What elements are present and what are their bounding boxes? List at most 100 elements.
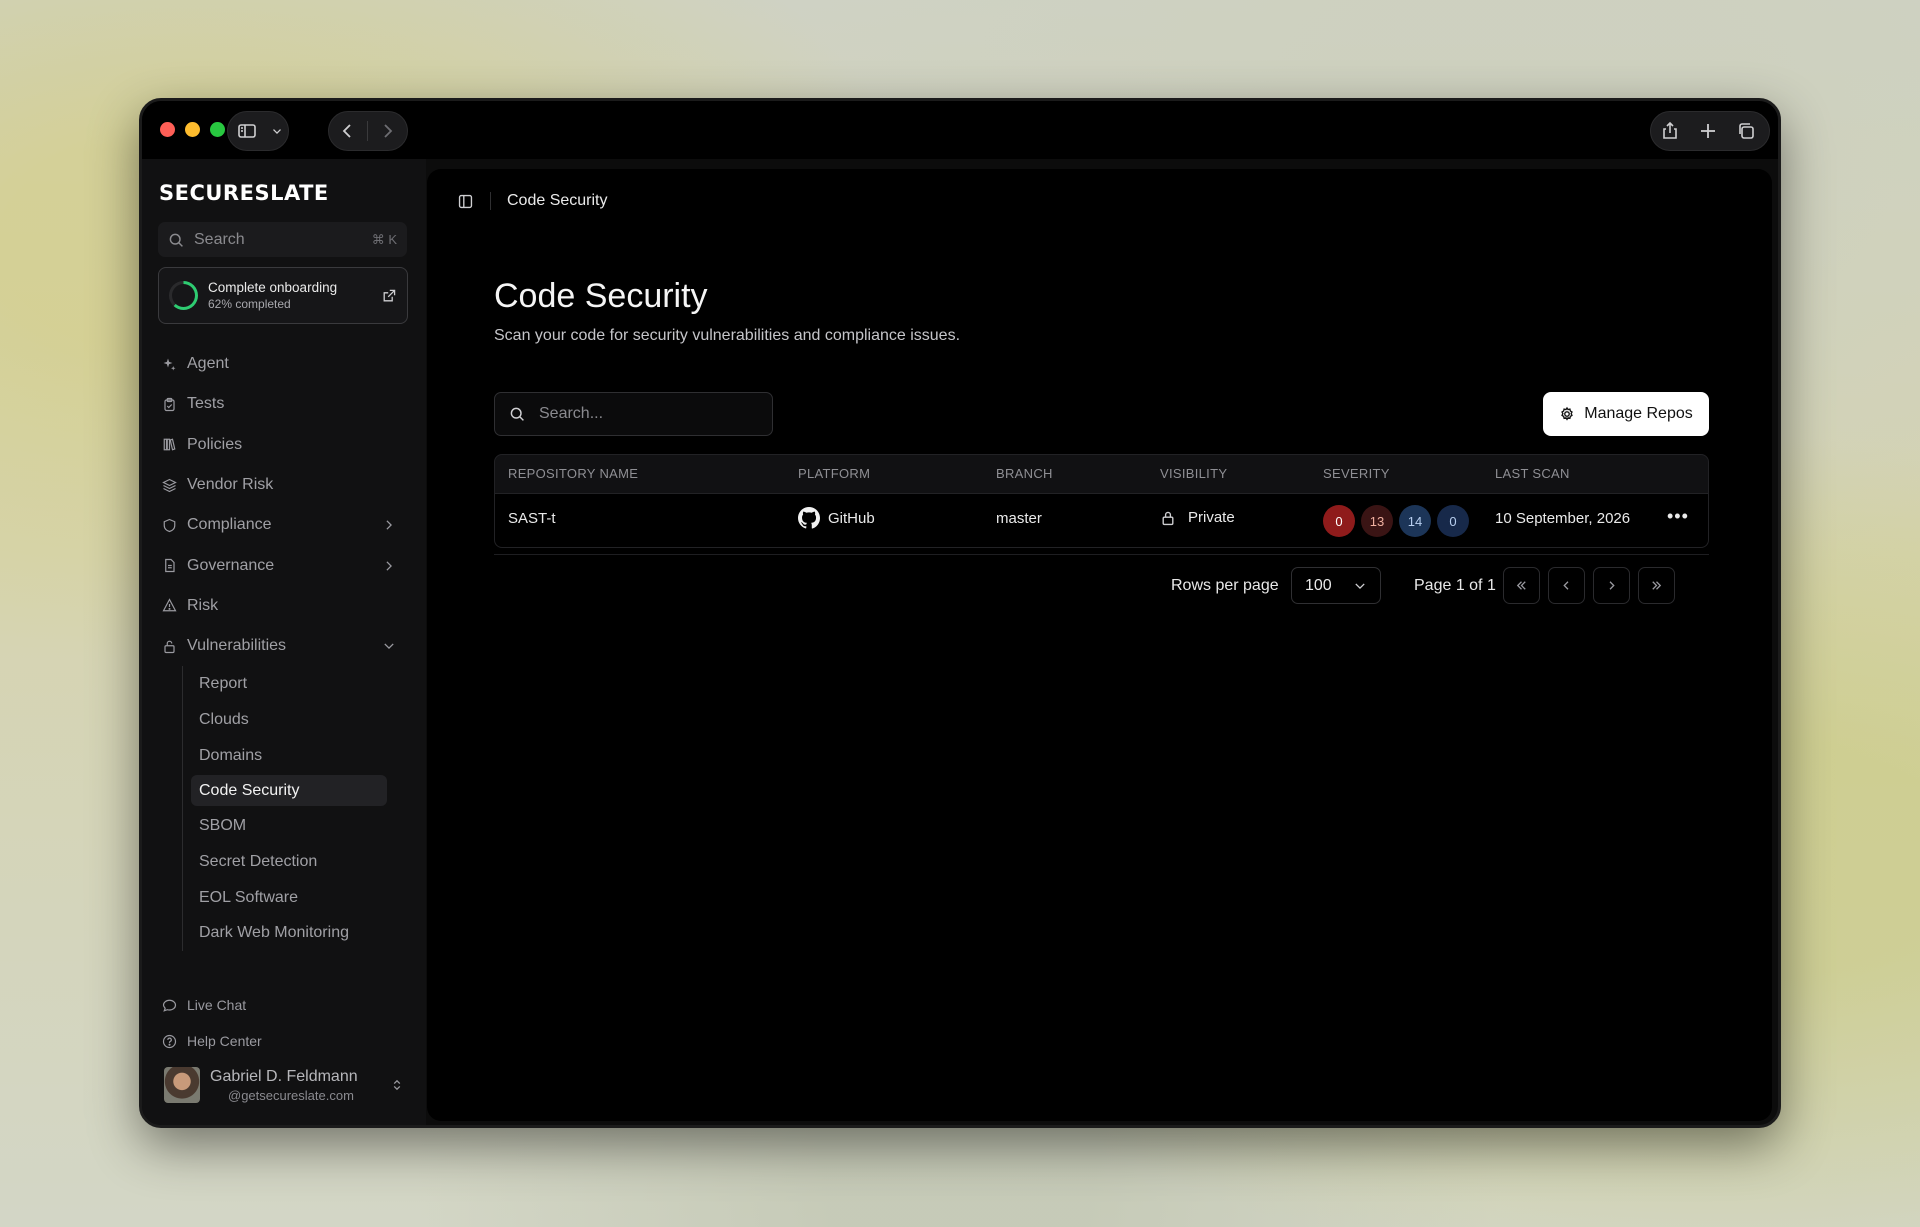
chevron-left-icon <box>1563 581 1569 590</box>
sidebar-subitem-secret-detection[interactable]: Secret Detection <box>191 844 387 880</box>
severity-critical-badge: 0 <box>1323 505 1355 537</box>
sparkle-icon <box>163 358 176 371</box>
chevron-right-icon <box>1609 581 1615 590</box>
sidebar-item-vulnerabilities[interactable]: Vulnerabilities <box>158 626 408 666</box>
sidebar-subitem-sbom[interactable]: SBOM <box>191 808 387 844</box>
sidebar-subitem-code-security[interactable]: Code Security <box>191 775 387 807</box>
sidebar-search-label: Search <box>194 230 245 248</box>
sidebar-menu-button[interactable] <box>266 112 288 150</box>
search-icon <box>169 233 183 247</box>
tab-overview-button[interactable] <box>1727 112 1765 150</box>
sidebar-subitem-clouds[interactable]: Clouds <box>191 702 387 738</box>
zoom-window-button[interactable] <box>210 122 225 137</box>
sidebar-item-risk[interactable]: Risk <box>158 586 408 626</box>
library-icon <box>163 438 176 451</box>
close-window-button[interactable] <box>160 122 175 137</box>
sidebar-item-vendor-risk[interactable]: Vendor Risk <box>158 465 408 505</box>
sidebar-item-agent[interactable]: Agent <box>158 344 408 384</box>
window-actions-group <box>1650 111 1770 151</box>
col-visibility[interactable]: VISIBILITY <box>1160 466 1227 481</box>
chevron-left-icon <box>342 124 351 138</box>
table-row[interactable]: SAST-t GitHub master Private 0 13 14 0 1… <box>494 494 1709 548</box>
breadcrumb: Code Security <box>457 192 608 210</box>
vulnerabilities-submenu: Report Clouds Domains Code Security SBOM… <box>182 666 408 952</box>
forward-button[interactable] <box>368 112 406 150</box>
col-repository-name[interactable]: REPOSITORY NAME <box>508 466 638 481</box>
main-content: Code Security Code Security Scan your co… <box>427 169 1772 1121</box>
manage-repos-label: Manage Repos <box>1584 405 1693 422</box>
cell-last-scan: 10 September, 2026 <box>1495 510 1631 527</box>
cell-branch: master <box>996 510 1042 527</box>
sidebar-subitem-eol-software[interactable]: EOL Software <box>191 880 387 916</box>
sidebar-item-governance[interactable]: Governance <box>158 545 408 585</box>
breadcrumb-divider <box>490 192 491 210</box>
rows-per-page-select[interactable]: 100 <box>1291 567 1381 604</box>
col-severity[interactable]: SEVERITY <box>1323 466 1390 481</box>
sidebar-subitem-dark-web-monitoring[interactable]: Dark Web Monitoring <box>191 916 387 952</box>
sidebar-item-tests[interactable]: Tests <box>158 384 408 424</box>
sidebar-icon <box>238 124 256 138</box>
chevron-down-icon <box>273 129 281 134</box>
manage-repos-button[interactable]: Manage Repos <box>1543 392 1709 436</box>
severity-low-badge: 0 <box>1437 505 1469 537</box>
help-center-label: Help Center <box>187 1033 262 1049</box>
sidebar-subitem-report[interactable]: Report <box>191 666 387 702</box>
external-link-icon <box>383 289 396 301</box>
col-platform[interactable]: PLATFORM <box>798 466 870 481</box>
chevron-right-icon <box>386 560 392 571</box>
user-menu[interactable]: Gabriel D. Feldmann @getsecureslate.com <box>164 1065 404 1105</box>
shield-icon <box>163 518 176 532</box>
onboarding-card[interactable]: Complete onboarding 62% completed <box>158 267 408 324</box>
row-actions-menu-icon[interactable]: ••• <box>1667 506 1689 527</box>
new-tab-button[interactable] <box>1689 112 1727 150</box>
chevron-down-icon <box>384 643 394 650</box>
page-indicator: Page 1 of 1 <box>1414 577 1496 594</box>
panel-toggle-icon[interactable] <box>457 193 474 210</box>
minimize-window-button[interactable] <box>185 122 200 137</box>
sidebar-footer-links: Live Chat Help Center <box>162 987 262 1059</box>
user-email: @getsecureslate.com <box>228 1087 354 1103</box>
github-icon <box>798 507 820 529</box>
sidebar-item-label: Agent <box>187 355 229 373</box>
chevrons-right-icon <box>1652 581 1662 590</box>
col-branch[interactable]: BRANCH <box>996 466 1053 481</box>
next-page-button[interactable] <box>1593 567 1630 604</box>
breadcrumb-current: Code Security <box>507 192 608 209</box>
table-header: REPOSITORY NAME PLATFORM BRANCH VISIBILI… <box>494 454 1709 494</box>
lock-open-icon <box>164 640 175 653</box>
col-last-scan[interactable]: LAST SCAN <box>1495 466 1570 481</box>
chevron-right-icon <box>386 520 392 530</box>
cell-platform: GitHub <box>798 507 875 529</box>
previous-page-button[interactable] <box>1548 567 1585 604</box>
browser-window: SECURESLATE Search ⌘ K Complete onboardi… <box>139 98 1781 1128</box>
help-center-link[interactable]: Help Center <box>162 1023 262 1059</box>
sidebar: SECURESLATE Search ⌘ K Complete onboardi… <box>142 159 426 1125</box>
share-button[interactable] <box>1651 112 1689 150</box>
cell-repository: SAST-t <box>508 510 556 527</box>
cell-severity: 0 13 14 0 <box>1323 505 1469 537</box>
sidebar-item-label: Vulnerabilities <box>187 637 287 655</box>
chevron-down-icon <box>1355 582 1365 589</box>
repo-search-input[interactable]: Search... <box>494 392 773 436</box>
sidebar-subitem-domains[interactable]: Domains <box>191 738 387 774</box>
sidebar-item-policies[interactable]: Policies <box>158 425 408 465</box>
page-title: Code Security <box>494 277 708 315</box>
avatar <box>164 1067 200 1103</box>
onboarding-progress: 62% completed <box>208 297 291 311</box>
first-page-button[interactable] <box>1503 567 1540 604</box>
search-shortcut: ⌘ K <box>371 231 397 247</box>
chat-bubble-icon <box>162 999 177 1012</box>
last-page-button[interactable] <box>1638 567 1675 604</box>
sidebar-item-label: Policies <box>187 435 243 453</box>
sidebar-item-compliance[interactable]: Compliance <box>158 505 408 545</box>
app-logo[interactable]: SECURESLATE <box>159 181 329 205</box>
back-button[interactable] <box>329 112 367 150</box>
live-chat-link[interactable]: Live Chat <box>162 987 262 1023</box>
lock-icon <box>1162 511 1174 525</box>
pagination: Rows per page 100 Page 1 of 1 <box>494 567 1709 605</box>
sidebar-search[interactable]: Search ⌘ K <box>158 222 407 257</box>
layers-icon <box>162 478 177 492</box>
browser-sidebar-toggle[interactable] <box>228 112 266 150</box>
severity-medium-badge: 14 <box>1399 505 1431 537</box>
sidebar-item-label: Risk <box>187 596 219 614</box>
